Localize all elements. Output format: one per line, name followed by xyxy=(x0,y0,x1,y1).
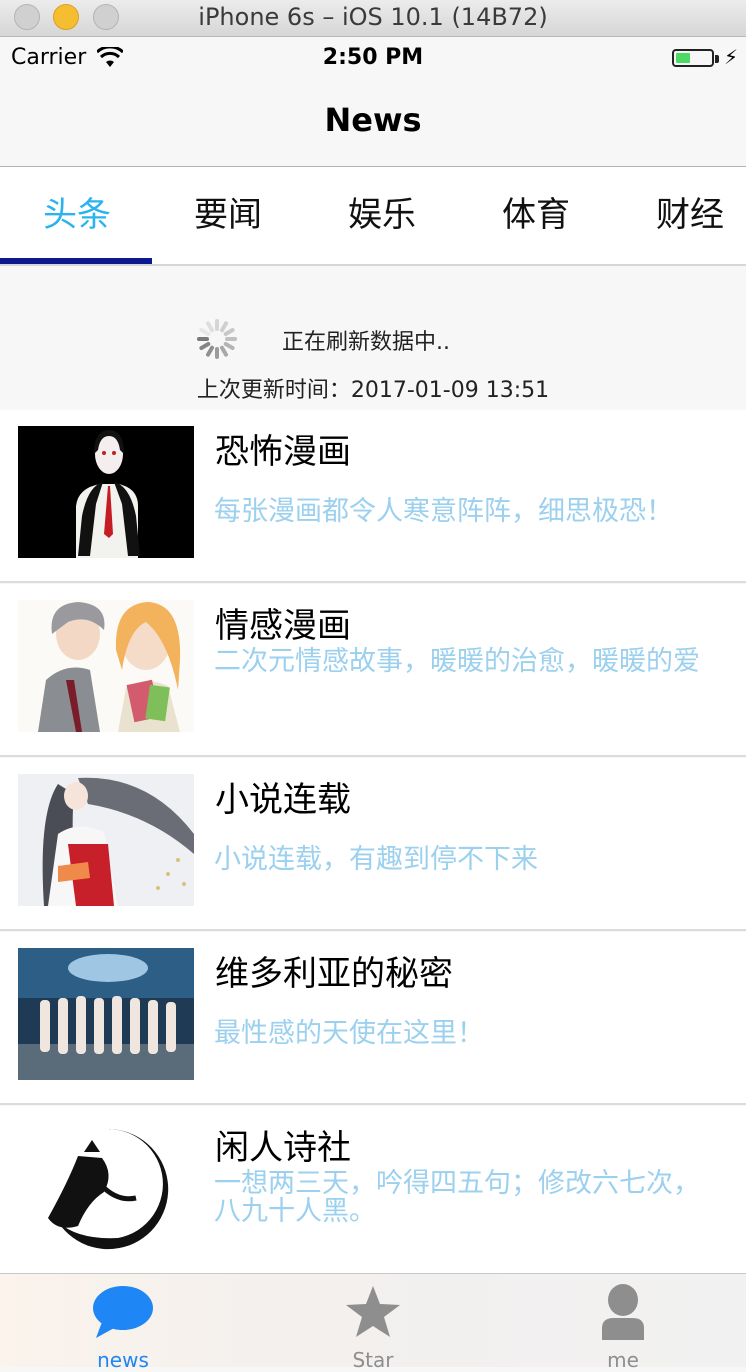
item-title: 维多利亚的秘密 xyxy=(215,954,453,994)
tab-sports[interactable]: 体育 xyxy=(459,167,613,264)
last-update-time: 上次更新时间：2017-01-09 13:51 xyxy=(196,378,550,403)
navigation-bar: News xyxy=(0,81,746,167)
battery-level-fill xyxy=(676,53,690,63)
item-subtitle: 一想两三天，吟得四五句；修改六七次，八九十人黑。 xyxy=(214,1168,700,1227)
item-subtitle: 小说连载，有趣到停不下来 xyxy=(214,844,538,875)
status-bar: Carrier 2:50 PM ⚡ xyxy=(0,37,746,81)
tab-bar-label: Star xyxy=(352,1348,394,1372)
item-title: 闲人诗社 xyxy=(215,1128,351,1168)
star-icon xyxy=(346,1286,400,1337)
window-title: iPhone 6s – iOS 10.1 (14B72) xyxy=(198,3,548,31)
category-tabs: 头条 要闻 娱乐 体育 财经 xyxy=(0,167,746,266)
item-title: 恐怖漫画 xyxy=(215,432,351,472)
person-icon xyxy=(602,1284,644,1340)
battery-tip xyxy=(715,55,719,63)
victorias-secret-thumbnail xyxy=(18,948,194,1080)
item-title: 小说连载 xyxy=(215,780,351,820)
tab-finance[interactable]: 财经 xyxy=(613,167,746,264)
tab-important-news[interactable]: 要闻 xyxy=(151,167,305,264)
tab-bar-me[interactable]: me xyxy=(543,1274,703,1372)
item-subtitle: 最性感的天使在这里！ xyxy=(214,1018,484,1049)
tab-bar-star[interactable]: Star xyxy=(293,1274,453,1372)
poetry-society-thumbnail xyxy=(18,1122,194,1254)
item-subtitle: 二次元情感故事，暖暖的治愈，暖暖的爱 xyxy=(214,646,700,677)
active-tab-indicator xyxy=(0,258,152,264)
list-item[interactable]: 恐怖漫画 每张漫画都令人寒意阵阵，细思极恐！ xyxy=(0,410,746,583)
horror-comic-thumbnail xyxy=(18,426,194,558)
tab-headlines[interactable]: 头条 xyxy=(0,167,154,264)
tab-bar-label: news xyxy=(97,1348,149,1372)
refresh-status-text: 正在刷新数据中.. xyxy=(282,330,450,355)
tab-entertainment[interactable]: 娱乐 xyxy=(305,167,459,264)
chat-bubble-icon xyxy=(93,1286,153,1338)
item-title: 情感漫画 xyxy=(215,606,351,646)
list-item[interactable]: 小说连载 小说连载，有趣到停不下来 xyxy=(0,758,746,931)
page-title: News xyxy=(324,101,422,139)
loading-spinner-icon xyxy=(197,319,237,359)
charging-bolt-icon: ⚡ xyxy=(724,45,739,69)
bottom-tab-bar: news Star me xyxy=(0,1273,746,1372)
tab-bar-label: me xyxy=(607,1348,639,1372)
novel-serial-thumbnail xyxy=(18,774,194,906)
battery-icon xyxy=(672,49,714,67)
list-item[interactable]: 闲人诗社 一想两三天，吟得四五句；修改六七次，八九十人黑。 xyxy=(0,1106,746,1279)
tab-bar-news[interactable]: news xyxy=(43,1274,203,1372)
simulator-title-bar: iPhone 6s – iOS 10.1 (14B72) xyxy=(0,0,746,37)
status-time: 2:50 PM xyxy=(322,45,424,70)
item-subtitle: 每张漫画都令人寒意阵阵，细思极恐！ xyxy=(214,496,673,527)
list-item[interactable]: 情感漫画 二次元情感故事，暖暖的治愈，暖暖的爱 xyxy=(0,584,746,757)
list-item[interactable]: 维多利亚的秘密 最性感的天使在这里！ xyxy=(0,932,746,1105)
romance-comic-thumbnail xyxy=(18,600,194,732)
